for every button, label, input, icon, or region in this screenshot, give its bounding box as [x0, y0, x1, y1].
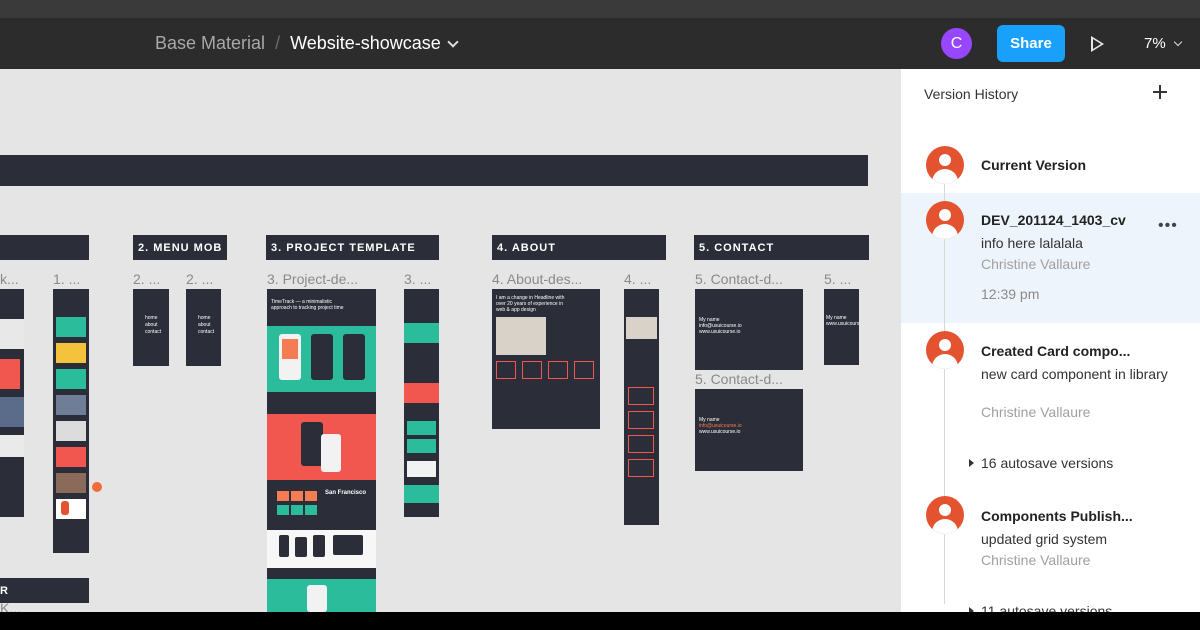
version-title[interactable]: DEV_201124_1403_cv — [981, 212, 1126, 228]
frame-contact-mobile[interactable]: My name www.usuicourse.io — [824, 289, 859, 365]
section-label-menu-mob[interactable]: 2. MENU MOB — [133, 235, 227, 260]
version-description: info here lalalala — [981, 235, 1083, 251]
frame-name: 4. ... — [624, 271, 652, 287]
mock-text: www.usuicourse.io — [699, 429, 741, 435]
frame-menu-desktop[interactable] — [0, 289, 24, 517]
frame-contact-desktop-variant[interactable]: My name info@usuicourse.io www.usuicours… — [695, 389, 803, 471]
play-icon[interactable] — [1091, 36, 1104, 52]
timeline-line — [944, 179, 945, 604]
frame-name: 5. ... — [824, 271, 852, 287]
frame-name: 2. ... — [186, 271, 214, 287]
frame-contact-desktop[interactable]: My name info@usuicourse.io www.usuicours… — [695, 289, 803, 370]
panel-title: Version History — [924, 86, 1019, 102]
mock-text: I am a change in Headline with over 20 y… — [496, 295, 565, 313]
more-options-icon[interactable]: ••• — [1158, 217, 1178, 235]
avatar — [926, 331, 964, 369]
chevron-down-icon[interactable] — [447, 35, 459, 48]
mock-text: San Francisco — [325, 490, 367, 496]
mock-text: home — [198, 315, 211, 321]
mock-text: about — [198, 322, 211, 328]
frame-project-mobile[interactable] — [404, 289, 439, 517]
chevron-down-icon — [1173, 37, 1182, 46]
zoom-level: 7% — [1144, 35, 1166, 52]
design-canvas[interactable]: 2. MENU MOB 3. PROJECT TEMPLATE 4. ABOUT… — [0, 69, 901, 612]
frame-name: k... — [0, 271, 19, 287]
avatar — [926, 496, 964, 534]
mock-text: www.usuicourse.io — [826, 321, 859, 327]
add-version-icon[interactable] — [1153, 85, 1167, 99]
version-author: Christine Vallaure — [981, 552, 1091, 568]
mock-text: TimeTrack — a minimalistic approach to t… — [271, 299, 344, 311]
section-label-about[interactable]: 4. ABOUT — [492, 235, 666, 260]
frame-name: 2. ... — [133, 271, 161, 287]
mock-text: home — [145, 315, 158, 321]
avatar — [926, 201, 964, 239]
section-label-contact[interactable]: 5. CONTACT — [694, 235, 869, 260]
avatar — [926, 146, 964, 184]
mock-text: about — [145, 322, 158, 328]
autosave-label: 16 autosave versions — [981, 455, 1114, 471]
caret-right-icon — [969, 459, 974, 467]
window-bottom-bar — [0, 612, 1200, 630]
frame-name: 5. Contact-d... — [695, 371, 783, 387]
frame-name: 4. About-des... — [492, 271, 583, 287]
breadcrumb: Base Material / Website-showcase — [155, 18, 459, 69]
version-title[interactable]: Created Card compo... — [981, 343, 1130, 359]
comment-pin-icon[interactable] — [92, 482, 102, 492]
frame-menu-mob-2[interactable]: home about contact — [186, 289, 221, 366]
section-label-menu[interactable] — [0, 235, 89, 260]
autosave-toggle[interactable]: 11 autosave versions — [969, 603, 1112, 612]
frame-name: 1. ... — [53, 271, 81, 287]
version-author: Christine Vallaure — [981, 256, 1091, 272]
breadcrumb-separator: / — [275, 33, 281, 53]
window-top-strip — [0, 0, 1200, 18]
share-button[interactable]: Share — [997, 25, 1065, 62]
version-description: updated grid system — [981, 531, 1108, 547]
frame-menu-mob-1[interactable]: home about contact — [133, 289, 169, 366]
version-time: 12:39 pm — [981, 286, 1040, 302]
version-author: Christine Vallaure — [981, 404, 1091, 420]
frame-name: 3. ... — [404, 271, 432, 287]
frame-name: K... — [0, 600, 22, 612]
mock-text: contact — [145, 329, 162, 335]
frame-name: 3. Project-de... — [267, 271, 359, 287]
toolbar: Base Material / Website-showcase C Share… — [0, 18, 1200, 69]
version-title[interactable]: Components Publish... — [981, 508, 1133, 524]
section-banner[interactable] — [0, 155, 868, 186]
user-avatar[interactable]: C — [941, 28, 972, 59]
zoom-control[interactable]: 7% — [1144, 18, 1182, 69]
frame-project-template[interactable]: TimeTrack — a minimalistic approach to t… — [267, 289, 376, 612]
frame-name: 5. Contact-d... — [695, 271, 783, 287]
frame-menu-mobile[interactable] — [53, 289, 89, 553]
frame-about-mobile[interactable] — [624, 289, 659, 525]
version-description: new card component in library — [981, 366, 1168, 382]
file-name[interactable]: Website-showcase — [290, 33, 441, 54]
frame-about-desktop[interactable]: I am a change in Headline with over 20 y… — [492, 289, 600, 429]
autosave-label: 11 autosave versions — [981, 603, 1113, 612]
figma-app: Base Material / Website-showcase C Share… — [0, 0, 1200, 612]
autosave-toggle[interactable]: 16 autosave versions — [969, 455, 1113, 471]
breadcrumb-project[interactable]: Base Material — [155, 33, 265, 54]
mock-text: contact — [198, 329, 215, 335]
mock-text: www.usuicourse.io — [699, 329, 741, 335]
version-history-panel: Version History Current Version DEV_2011… — [901, 69, 1200, 612]
section-label-project-template[interactable]: 3. PROJECT TEMPLATE — [266, 235, 439, 260]
version-title[interactable]: Current Version — [981, 157, 1086, 173]
